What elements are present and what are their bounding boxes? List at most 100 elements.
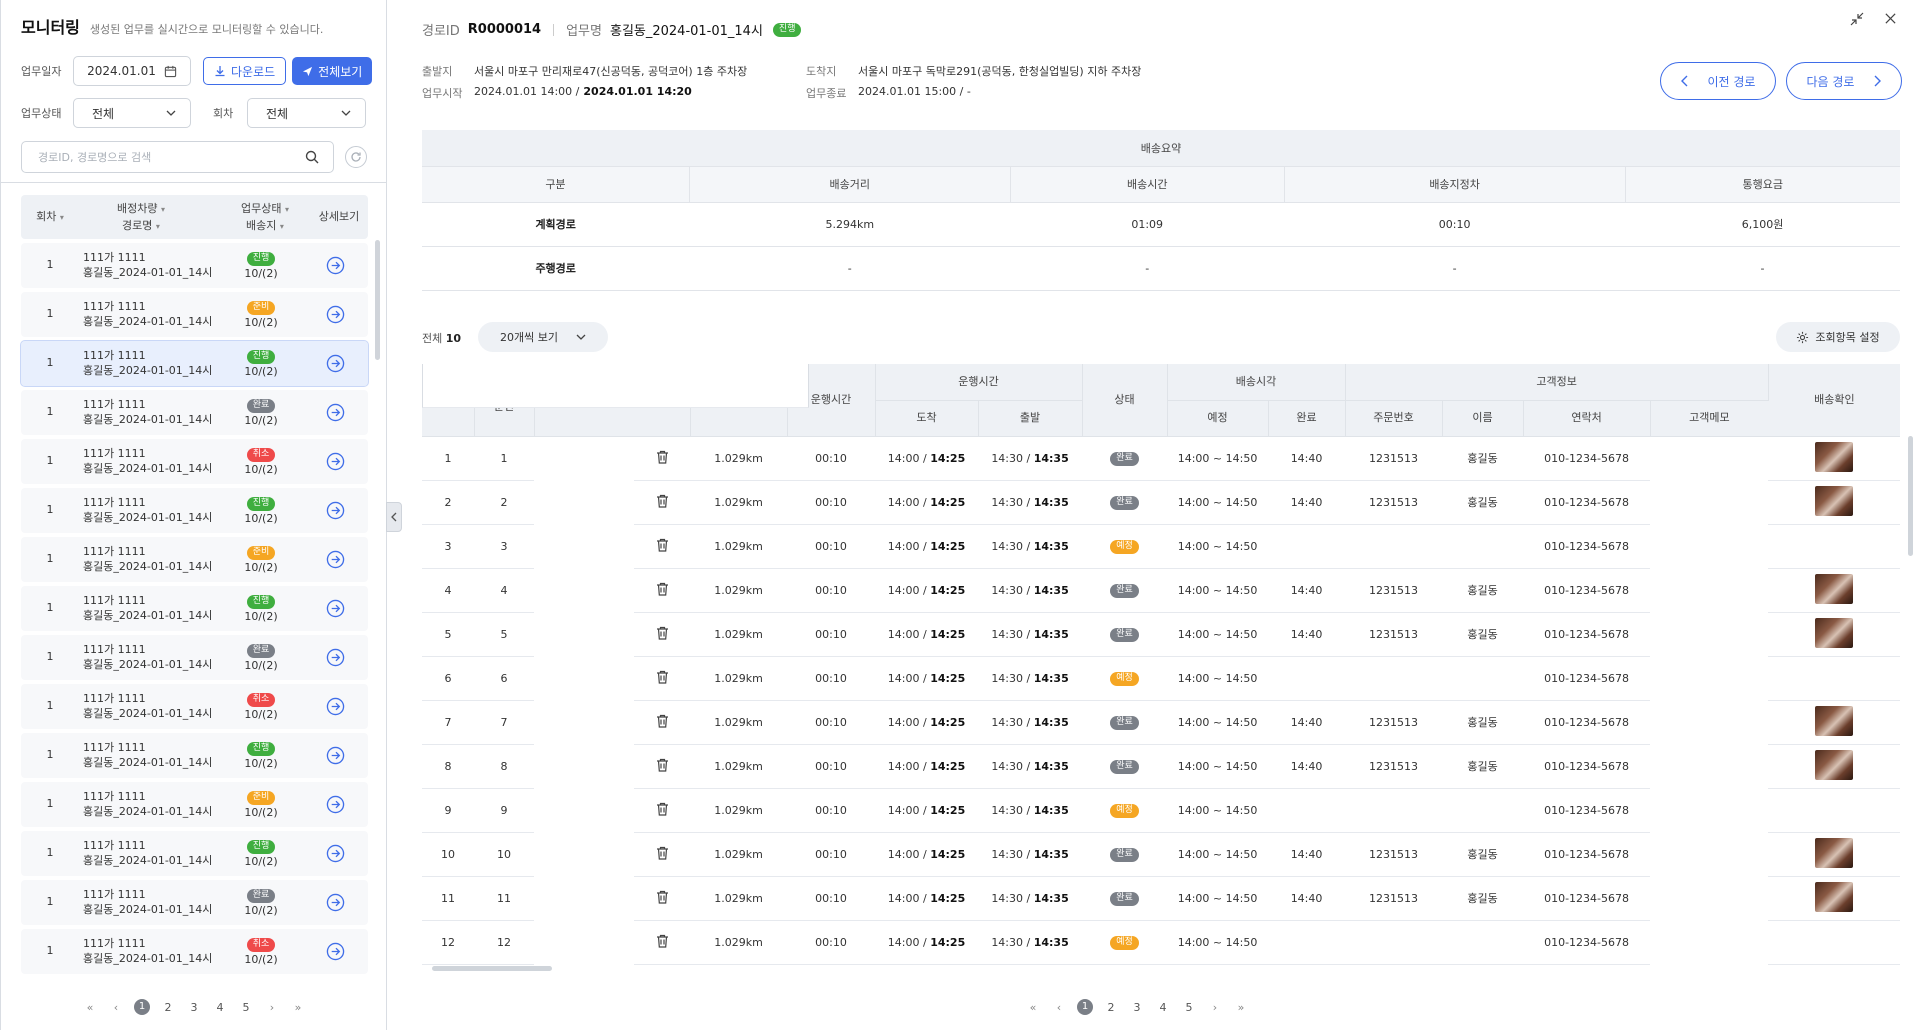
page-5[interactable]: 5 (233, 1001, 259, 1014)
page-5[interactable]: 5 (1176, 1001, 1202, 1014)
detail-button[interactable] (326, 795, 345, 817)
table-row[interactable]: 11배송지171.029km00:1014:00 / 14:2514:30 / … (422, 364, 1901, 481)
trash-icon[interactable] (656, 538, 669, 552)
detail-button[interactable] (326, 893, 345, 915)
list-item[interactable]: 1 111가 1111 홍길동_2024-01-01_14시 진행 10/(2) (21, 733, 368, 778)
table-row[interactable]: 99배송지171.029km00:1014:00 / 14:2514:30 / … (422, 364, 1901, 833)
page-3[interactable]: 3 (1124, 1001, 1150, 1014)
detail-button[interactable] (326, 746, 345, 768)
prev-page-icon[interactable]: ‹ (103, 1001, 129, 1014)
table-row[interactable]: 88배송지171.029km00:1014:00 / 14:2514:30 / … (422, 364, 1901, 789)
first-page-icon[interactable]: « (1020, 1001, 1046, 1014)
page-1[interactable]: 1 (129, 999, 155, 1015)
list-item[interactable]: 1 111가 1111 홍길동_2024-01-01_14시 진행 10/(2) (21, 831, 368, 876)
scrollbar[interactable] (375, 240, 380, 360)
list-item[interactable]: 1 111가 1111 홍길동_2024-01-01_14시 준비 10/(2) (21, 292, 368, 337)
close-icon[interactable] (1884, 12, 1897, 25)
delivery-photo[interactable] (1815, 617, 1854, 648)
list-item[interactable]: 1 111가 1111 홍길동_2024-01-01_14시 진행 10/(2) (20, 340, 369, 387)
trash-icon[interactable] (656, 626, 669, 640)
detail-button[interactable] (326, 550, 345, 572)
list-item[interactable]: 1 111가 1111 홍길동_2024-01-01_14시 진행 10/(2) (21, 488, 368, 533)
list-item[interactable]: 1 111가 1111 홍길동_2024-01-01_14시 완료 10/(2) (21, 390, 368, 435)
trash-icon[interactable] (656, 494, 669, 508)
trash-icon[interactable] (656, 582, 669, 596)
per-page-select[interactable]: 20개씩 보기 (478, 322, 608, 352)
list-item[interactable]: 1 111가 1111 홍길동_2024-01-01_14시 준비 10/(2) (21, 537, 368, 582)
detail-button[interactable] (326, 305, 345, 327)
detail-button[interactable] (326, 942, 345, 964)
detail-button[interactable] (326, 501, 345, 523)
table-row[interactable]: 77배송지171.029km00:1014:00 / 14:2514:30 / … (422, 364, 1901, 745)
next-route-button[interactable]: 다음 경로 (1786, 62, 1902, 100)
detail-button[interactable] (326, 256, 345, 278)
table-row[interactable]: 44배송지171.029km00:1014:00 / 14:2514:30 / … (422, 364, 1901, 613)
next-page-icon[interactable]: › (259, 1001, 285, 1014)
list-item[interactable]: 1 111가 1111 홍길동_2024-01-01_14시 완료 10/(2) (21, 880, 368, 925)
detail-button[interactable] (326, 403, 345, 425)
trash-icon[interactable] (656, 758, 669, 772)
trash-icon[interactable] (656, 670, 669, 684)
table-row[interactable]: 33배송지171.029km00:1014:00 / 14:2514:30 / … (422, 364, 1901, 569)
list-item[interactable]: 1 111가 1111 홍길동_2024-01-01_14시 완료 10/(2) (21, 635, 368, 680)
header-vehicle-route[interactable]: 배정차량 ▾ 경로명 ▾ (101, 201, 181, 235)
page-3[interactable]: 3 (181, 1001, 207, 1014)
column-settings-button[interactable]: 조회항목 설정 (1776, 322, 1900, 352)
detail-button[interactable] (326, 452, 345, 474)
page-4[interactable]: 4 (1150, 1001, 1176, 1014)
page-2[interactable]: 2 (1098, 1001, 1124, 1014)
trash-icon[interactable] (656, 890, 669, 904)
last-page-icon[interactable]: » (285, 1001, 311, 1014)
detail-button[interactable] (326, 697, 345, 719)
minimize-icon[interactable] (1850, 12, 1864, 26)
table-row[interactable]: 1212배송지171.029km00:1014:00 / 14:2514:30 … (422, 364, 1901, 965)
first-page-icon[interactable]: « (77, 1001, 103, 1014)
trash-icon[interactable] (656, 802, 669, 816)
detail-button[interactable] (326, 599, 345, 621)
table-row[interactable]: 66배송지171.029km00:1014:00 / 14:2514:30 / … (422, 364, 1901, 701)
delivery-photo[interactable] (1815, 881, 1854, 912)
date-picker[interactable]: 2024.01.01 (73, 56, 191, 86)
page-2[interactable]: 2 (155, 1001, 181, 1014)
list-item[interactable]: 1 111가 1111 홍길동_2024-01-01_14시 취소 10/(2) (21, 684, 368, 729)
prev-page-icon[interactable]: ‹ (1046, 1001, 1072, 1014)
status-select[interactable]: 전체 (73, 98, 191, 128)
delivery-photo[interactable] (1815, 705, 1854, 736)
list-item[interactable]: 1 111가 1111 홍길동_2024-01-01_14시 진행 10/(2) (21, 586, 368, 631)
vertical-scrollbar[interactable] (1908, 436, 1913, 556)
detail-button[interactable] (326, 354, 345, 376)
delivery-photo[interactable] (1815, 749, 1854, 780)
view-all-button[interactable]: 전체보기 (292, 57, 373, 85)
page-4[interactable]: 4 (207, 1001, 233, 1014)
detail-button[interactable] (326, 648, 345, 670)
round-select[interactable]: 전체 (247, 98, 366, 128)
next-page-icon[interactable]: › (1202, 1001, 1228, 1014)
detail-button[interactable] (326, 844, 345, 866)
download-button[interactable]: 다운로드 (203, 57, 287, 85)
table-row[interactable]: 22배송지171.029km00:1014:00 / 14:2514:30 / … (422, 364, 1901, 525)
header-status-delivery[interactable]: 업무상태 ▾ 배송지 ▾ (233, 201, 297, 235)
refresh-button[interactable] (345, 146, 367, 168)
page-1[interactable]: 1 (1072, 999, 1098, 1015)
table-row[interactable]: 55배송지171.029km00:1014:00 / 14:2514:30 / … (422, 364, 1901, 657)
search-input[interactable]: 경로ID, 경로명으로 검색 (21, 141, 334, 173)
trash-icon[interactable] (656, 934, 669, 948)
table-row[interactable]: 1111배송지171.029km00:1014:00 / 14:2514:30 … (422, 364, 1901, 921)
prev-route-button[interactable]: 이전 경로 (1660, 62, 1776, 100)
header-round[interactable]: 회차 ▾ (21, 209, 79, 226)
list-item[interactable]: 1 111가 1111 홍길동_2024-01-01_14시 준비 10/(2) (21, 782, 368, 827)
delivery-photo[interactable] (1815, 837, 1854, 868)
trash-icon[interactable] (656, 450, 669, 464)
collapse-sidebar-button[interactable] (386, 502, 402, 532)
horizontal-scrollbar[interactable] (432, 966, 552, 971)
delivery-photo[interactable] (1815, 441, 1854, 472)
table-row[interactable]: 1010배송지171.029km00:1014:00 / 14:2514:30 … (422, 364, 1901, 877)
last-page-icon[interactable]: » (1228, 1001, 1254, 1014)
delivery-photo[interactable] (1815, 573, 1854, 604)
list-item[interactable]: 1 111가 1111 홍길동_2024-01-01_14시 취소 10/(2) (21, 439, 368, 484)
list-item[interactable]: 1 111가 1111 홍길동_2024-01-01_14시 진행 10/(2) (21, 243, 368, 288)
trash-icon[interactable] (656, 846, 669, 860)
list-item[interactable]: 1 111가 1111 홍길동_2024-01-01_14시 취소 10/(2) (21, 929, 368, 974)
delivery-photo[interactable] (1815, 485, 1854, 516)
trash-icon[interactable] (656, 714, 669, 728)
